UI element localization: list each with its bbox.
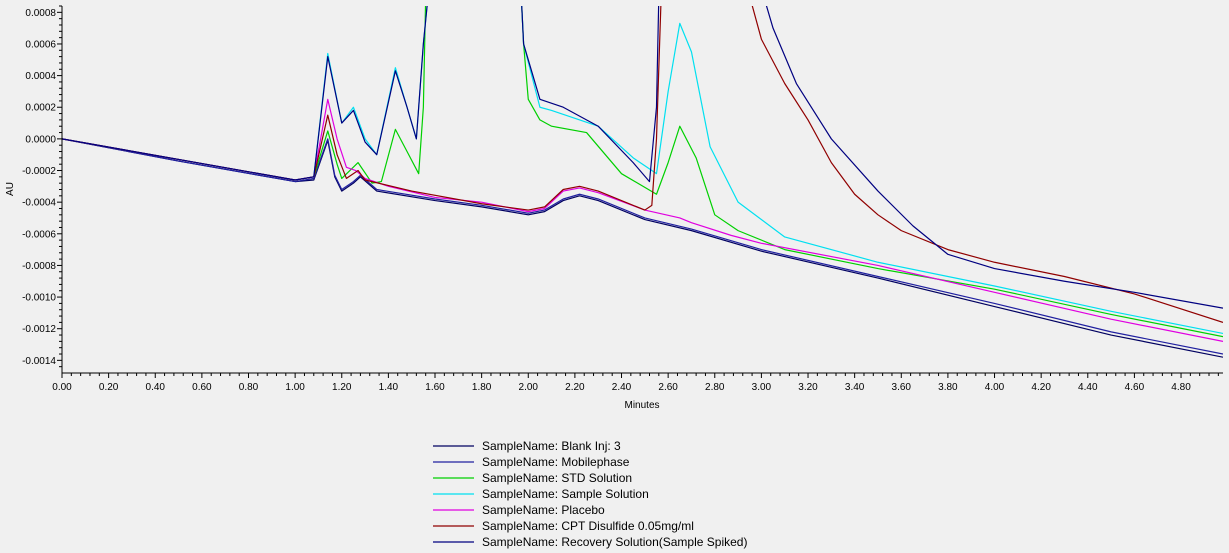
x-tick-label: 4.80 (1171, 382, 1191, 393)
x-tick-label: 0.80 (239, 382, 259, 393)
x-tick-label: 2.60 (658, 382, 678, 393)
y-tick-label: -0.0014 (22, 356, 56, 367)
x-tick-label: 1.00 (285, 382, 305, 393)
legend-label: SampleName: Blank Inj: 3 (482, 439, 621, 453)
legend-label: SampleName: STD Solution (482, 471, 632, 485)
x-tick-label: 4.40 (1078, 382, 1098, 393)
x-tick-label: 3.80 (938, 382, 958, 393)
x-tick-label: 2.00 (519, 382, 539, 393)
x-tick-label: 2.20 (565, 382, 585, 393)
x-tick-label: 1.60 (425, 382, 445, 393)
x-tick-label: 1.40 (379, 382, 399, 393)
x-tick-label: 0.20 (99, 382, 119, 393)
x-tick-label: 3.60 (892, 382, 912, 393)
y-tick-label: -0.0010 (22, 293, 56, 304)
legend-label: SampleName: Mobilephase (482, 455, 630, 469)
legend-label: SampleName: CPT Disulfide 0.05mg/ml (482, 519, 694, 533)
x-tick-label: 3.20 (798, 382, 818, 393)
chromatogram-chart: 0.00 0.20 0.40 0.60 0.80 1.00 1.20 1.40 1.60 1.80… (5, 5, 1223, 549)
y-tick-label: 0.0002 (25, 103, 56, 114)
x-tick-label: 4.20 (1031, 382, 1051, 393)
x-axis-title: Minutes (624, 400, 659, 411)
x-tick-label: 2.80 (705, 382, 725, 393)
y-tick-label: -0.0004 (22, 198, 56, 209)
y-tick-label: 0.0008 (25, 8, 56, 19)
legend-label: SampleName: Recovery Solution(Sample Spi… (482, 535, 747, 549)
x-tick-label: 3.40 (845, 382, 865, 393)
x-tick-label: 4.60 (1125, 382, 1145, 393)
plot-area (62, 6, 1223, 373)
x-tick-label: 0.40 (146, 382, 166, 393)
y-tick-label: -0.0002 (22, 166, 56, 177)
x-tick-label: 0.00 (52, 382, 72, 393)
y-tick-label: 0.0006 (25, 39, 56, 50)
y-tick-label: -0.0008 (22, 261, 56, 272)
legend-label: SampleName: Sample Solution (482, 487, 649, 501)
x-tick-label: 0.60 (192, 382, 212, 393)
y-tick-label: -0.0006 (22, 229, 56, 240)
legend: SampleName: Blank Inj: 3 SampleName: Mobi… (433, 439, 747, 549)
x-tick-label: 1.20 (332, 382, 352, 393)
x-tick-label: 3.00 (752, 382, 772, 393)
x-tick-label: 4.00 (985, 382, 1005, 393)
legend-label: SampleName: Placebo (482, 503, 605, 517)
y-tick-label: -0.0012 (22, 324, 56, 335)
x-tick-label: 2.40 (612, 382, 632, 393)
y-tick-label: 0.0000 (25, 134, 56, 145)
y-axis-title: AU (5, 182, 16, 196)
y-tick-label: 0.0004 (25, 71, 56, 82)
x-tick-label: 1.80 (472, 382, 492, 393)
